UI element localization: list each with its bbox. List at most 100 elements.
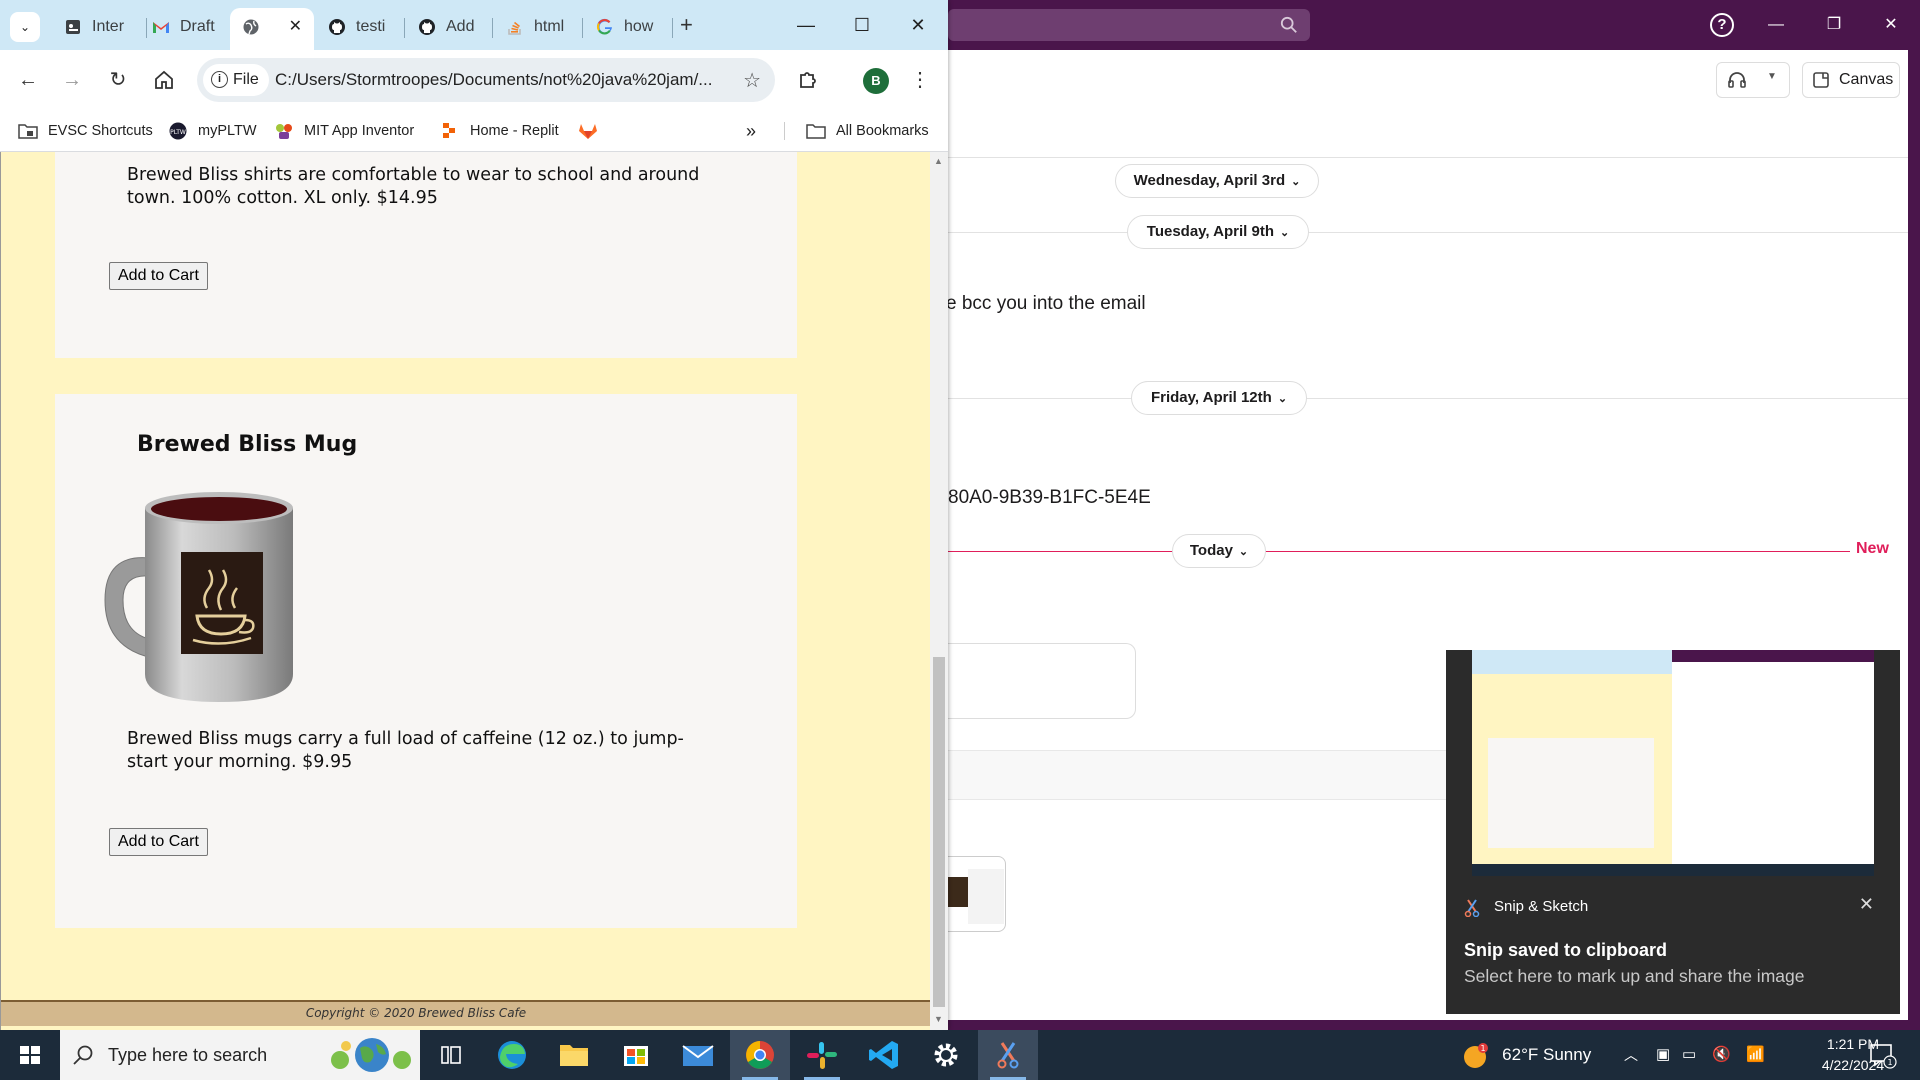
tab[interactable]: how bbox=[584, 8, 672, 50]
search-icon bbox=[73, 1045, 93, 1065]
close-icon[interactable]: ✕ bbox=[896, 8, 940, 42]
bookmark-gitlab[interactable] bbox=[578, 118, 602, 144]
bookmark-label: myPLTW bbox=[198, 123, 257, 139]
preview-card bbox=[1488, 738, 1654, 848]
site-info-chip[interactable]: i File bbox=[203, 64, 269, 96]
close-tab-icon[interactable]: ✕ bbox=[289, 8, 302, 46]
tab[interactable]: Add bbox=[406, 8, 494, 50]
date-divider-today[interactable]: Today ⌄ bbox=[1172, 534, 1266, 568]
image-attachment-thumbnail[interactable] bbox=[948, 856, 1006, 932]
bookmark-star-icon[interactable]: ☆ bbox=[743, 68, 761, 93]
canvas-label: Canvas bbox=[1839, 71, 1894, 88]
canvas-icon bbox=[1813, 72, 1829, 88]
slack-search-bar[interactable] bbox=[948, 9, 1310, 41]
browser-toolbar: ← → ↻ i File C:/Users/Stormtroopes/Docume… bbox=[0, 50, 948, 110]
extensions-button[interactable] bbox=[794, 66, 822, 94]
date-divider-apr12[interactable]: Friday, April 12th ⌄ bbox=[1131, 381, 1307, 415]
minimize-icon[interactable]: — bbox=[784, 8, 828, 42]
help-icon[interactable]: ? bbox=[1710, 13, 1734, 37]
page-footer: Copyright © 2020 Brewed Bliss Cafe bbox=[1, 1000, 930, 1026]
add-to-cart-button[interactable]: Add to Cart bbox=[109, 828, 208, 856]
task-view-button[interactable] bbox=[420, 1030, 480, 1080]
chrome-icon bbox=[746, 1041, 774, 1069]
bookmark-mit-app-inventor[interactable]: MIT App Inventor bbox=[274, 118, 424, 144]
wifi-icon[interactable]: 📶 bbox=[1746, 1030, 1765, 1080]
message-composer[interactable] bbox=[948, 643, 1136, 719]
add-to-cart-button[interactable]: Add to Cart bbox=[109, 262, 208, 290]
volume-muted-icon[interactable]: 🔇 bbox=[1712, 1030, 1731, 1080]
restore-icon[interactable]: ❐ bbox=[1811, 10, 1857, 40]
gear-icon bbox=[934, 1043, 958, 1067]
taskbar-store[interactable] bbox=[606, 1030, 666, 1080]
thumb-dark bbox=[948, 877, 968, 907]
battery-icon[interactable]: ▭ bbox=[1682, 1030, 1696, 1080]
taskbar-file-explorer[interactable] bbox=[544, 1030, 604, 1080]
tab[interactable]: html bbox=[494, 8, 582, 50]
bookmarks-overflow-button[interactable]: » bbox=[746, 118, 766, 144]
bookmark-evsc[interactable]: EVSC Shortcuts bbox=[18, 118, 158, 144]
tab-separator bbox=[404, 18, 405, 38]
address-bar[interactable]: i File C:/Users/Stormtroopes/Documents/no… bbox=[197, 58, 775, 102]
scroll-up-icon[interactable]: ▲ bbox=[934, 156, 943, 166]
close-icon[interactable]: ✕ bbox=[1868, 10, 1914, 40]
bookmark-mypltw[interactable]: PLTW myPLTW bbox=[168, 118, 258, 144]
taskbar-search[interactable]: Type here to search bbox=[60, 1030, 420, 1080]
tab[interactable]: Draft bbox=[140, 8, 232, 50]
taskbar-chrome[interactable] bbox=[730, 1030, 790, 1080]
bookmark-replit[interactable]: Home - Replit bbox=[440, 118, 570, 144]
date-divider-apr9[interactable]: Tuesday, April 9th ⌄ bbox=[1127, 215, 1309, 249]
menu-button[interactable]: ⋮ bbox=[906, 66, 934, 94]
preview-tabbar bbox=[1472, 650, 1672, 674]
taskbar-slack[interactable] bbox=[792, 1030, 852, 1080]
taskbar-mail[interactable] bbox=[668, 1030, 728, 1080]
windows-icon bbox=[20, 1046, 40, 1064]
message-text: 80A0-9B39-B1FC-5E4E bbox=[948, 487, 1151, 508]
double-chevron-right-icon: » bbox=[746, 121, 757, 141]
home-button[interactable] bbox=[150, 66, 178, 94]
date-divider-apr3[interactable]: Wednesday, April 3rd ⌄ bbox=[1115, 164, 1319, 198]
tab-title: how bbox=[624, 18, 654, 35]
forward-button[interactable]: → bbox=[58, 66, 86, 94]
scroll-down-icon[interactable]: ▼ bbox=[934, 1014, 943, 1024]
new-tab-button[interactable]: + bbox=[680, 12, 693, 38]
all-bookmarks-button[interactable]: All Bookmarks bbox=[806, 118, 946, 144]
meet-now-icon[interactable]: ▣ bbox=[1656, 1030, 1670, 1080]
taskbar: Type here to search 1 62°F Sunny ︿ ▣ ▭ 🔇 bbox=[0, 1030, 1920, 1080]
bookmark-label: EVSC Shortcuts bbox=[48, 123, 153, 139]
arrow-right-icon: → bbox=[62, 69, 82, 91]
huddle-button[interactable]: ▼ bbox=[1716, 62, 1790, 98]
tab[interactable]: testi bbox=[316, 8, 406, 50]
tab-title: Inter bbox=[92, 18, 125, 35]
profile-avatar[interactable]: B bbox=[863, 68, 889, 94]
show-hidden-icons[interactable]: ︿ bbox=[1624, 1030, 1638, 1080]
taskbar-edge[interactable] bbox=[482, 1030, 542, 1080]
maximize-icon[interactable]: ☐ bbox=[840, 8, 884, 42]
back-button[interactable]: ← bbox=[14, 66, 42, 94]
search-placeholder: Type here to search bbox=[108, 1045, 268, 1065]
scheme-label: File bbox=[233, 71, 259, 88]
bookmarks-bar: EVSC Shortcuts PLTW myPLTW MIT App Inven… bbox=[0, 110, 948, 152]
scrollbar-thumb[interactable] bbox=[933, 657, 945, 1007]
tab-title: html bbox=[534, 18, 565, 35]
close-icon[interactable]: ✕ bbox=[1859, 894, 1874, 915]
vertical-scrollbar[interactable]: ▲ ▼ bbox=[930, 152, 948, 1030]
notification-center-button[interactable]: 1 bbox=[1868, 1030, 1908, 1080]
canvas-button[interactable]: Canvas bbox=[1802, 62, 1900, 98]
tab-search-button[interactable]: ⌄ bbox=[10, 12, 40, 42]
taskbar-snip-sketch[interactable] bbox=[978, 1030, 1038, 1080]
date-label: Tuesday, April 9th bbox=[1146, 223, 1275, 240]
snip-notification[interactable]: Snip & Sketch ✕ Snip saved to clipboard … bbox=[1446, 650, 1900, 1014]
weather-widget[interactable]: 1 62°F Sunny bbox=[1462, 1030, 1591, 1080]
taskbar-vscode[interactable] bbox=[854, 1030, 914, 1080]
tab-active[interactable]: ✕ bbox=[230, 8, 314, 50]
chevron-down-icon[interactable]: ▼ bbox=[1767, 71, 1777, 82]
snip-preview-image[interactable] bbox=[1472, 650, 1874, 876]
product-card-mug: Brewed Bliss Mug Brewed Bliss mugs carry… bbox=[55, 394, 797, 928]
globe-icon bbox=[243, 19, 259, 35]
minimize-icon[interactable]: — bbox=[1753, 10, 1799, 40]
reload-button[interactable]: ↻ bbox=[104, 66, 132, 94]
taskbar-settings[interactable] bbox=[916, 1030, 976, 1080]
tab[interactable]: Inter bbox=[52, 8, 146, 50]
start-button[interactable] bbox=[0, 1030, 60, 1080]
tab-separator bbox=[672, 18, 673, 38]
